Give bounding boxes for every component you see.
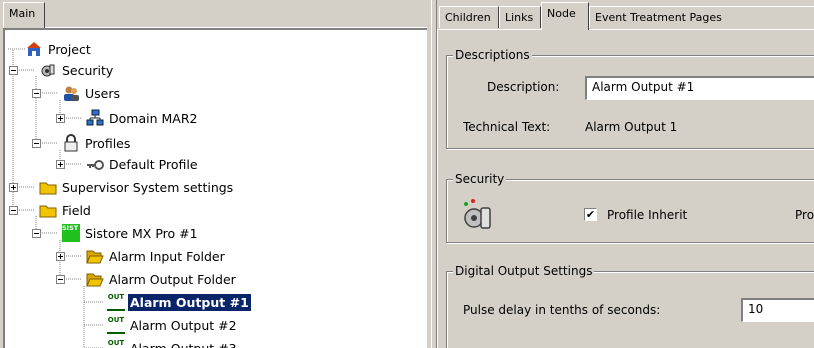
tab-page-node: Descriptions Description: Alarm Output #… [437,30,814,348]
tab-links[interactable]: Links [499,6,541,28]
pulse-delay-label: Pulse delay in tenths of seconds: [463,303,661,317]
technical-text-value: Alarm Output 1 [585,120,678,134]
security-group: Security ✔ Profile Inherit Profi [446,172,814,243]
tab-event-treatment-pages[interactable]: Event Treatment Pages [589,6,814,28]
tree-node-label: Field [62,202,91,218]
collapse-icon[interactable] [32,229,41,238]
tab-children[interactable]: Children [439,6,499,28]
collapse-icon[interactable] [32,89,41,98]
key-icon [86,155,104,173]
tree-node-label: Alarm Output #3 [130,340,237,348]
collapse-icon[interactable] [9,206,18,215]
open-folder-icon [86,270,104,288]
tree-node-project[interactable]: Project [25,39,93,59]
tab-main-label: Main [9,7,36,20]
users-icon [62,84,80,102]
tree-node-label: Sistore MX Pro #1 [85,225,198,241]
tree-node-label: Profiles [85,135,131,151]
output-icon: OUT [107,293,125,311]
security-shield-icon [461,198,495,232]
profile-label-partial: Profi [795,208,814,222]
output-icon: OUT [107,316,125,334]
tree-node-sistore[interactable]: SIST ORE Sistore MX Pro #1 [62,223,200,243]
right-panel: Children Links Node Event Treatment Page… [437,0,814,348]
folder-icon [39,178,57,196]
tree-node-label: Alarm Output Folder [109,271,236,287]
tree-node-alarm-output-2[interactable]: OUT Alarm Output #2 [107,315,239,335]
app-window: Main Project Security Users Domain MAR2 … [0,0,814,348]
tree-node-default-profile[interactable]: Default Profile [86,154,200,174]
security-group-title: Security [453,172,507,186]
tree-node-label: Domain MAR2 [109,110,198,126]
project-icon [25,40,43,58]
expand-icon[interactable] [56,160,65,169]
tree-node-label: Alarm Output #2 [130,317,237,333]
tab-children-label: Children [445,11,491,24]
collapse-icon[interactable] [32,139,41,148]
collapse-icon[interactable] [56,275,65,284]
folder-icon [39,201,57,219]
tree-node-domain[interactable]: Domain MAR2 [86,108,199,128]
tab-main[interactable]: Main [3,2,45,28]
tree-node-supervisor-settings[interactable]: Supervisor System settings [39,177,235,197]
output-icon: OUT [107,339,125,348]
security-icon [39,61,57,79]
description-input[interactable]: Alarm Output #1 [585,76,814,100]
digital-output-group-title: Digital Output Settings [453,264,595,278]
digital-output-group: Digital Output Settings Pulse delay in t… [446,264,814,348]
profile-inherit-label: Profile Inherit [607,208,688,222]
tab-node[interactable]: Node [541,2,589,30]
tree-node-field[interactable]: Field [39,200,93,220]
tab-node-label: Node [547,7,576,20]
expand-icon[interactable] [56,114,65,123]
technical-text-label: Technical Text: [463,120,551,134]
descriptions-group-title: Descriptions [453,48,532,62]
pulse-delay-input[interactable]: 10 [741,298,814,322]
tab-links-label: Links [505,11,534,24]
open-folder-icon [86,247,104,265]
tree-node-label-selected: Alarm Output #1 [127,292,252,312]
expand-icon[interactable] [56,252,65,261]
description-label: Description: [487,80,560,94]
descriptions-group: Descriptions Description: Alarm Output #… [446,48,814,149]
tree-node-alarm-output-1[interactable]: OUT Alarm Output #1 [107,292,252,312]
tree-node-label: Project [48,41,91,57]
tree-node-label: Alarm Input Folder [109,248,225,264]
project-tree[interactable]: Project Security Users Domain MAR2 Profi… [3,28,427,348]
tree-node-label: Supervisor System settings [62,179,234,195]
collapse-icon[interactable] [9,66,18,75]
expand-icon[interactable] [9,183,18,192]
network-domain-icon [86,109,104,127]
tree-node-profiles[interactable]: Profiles [62,133,132,153]
left-panel: Main Project Security Users Domain MAR2 … [0,0,431,348]
tab-event-treatment-pages-label: Event Treatment Pages [595,11,722,24]
tree-node-alarm-output-folder[interactable]: Alarm Output Folder [86,269,238,289]
sistore-icon: SIST ORE [62,224,80,242]
tree-node-alarm-output-3[interactable]: OUT Alarm Output #3 [107,338,239,348]
profile-inherit-checkbox[interactable]: ✔ [584,208,597,221]
tree-node-alarm-input-folder[interactable]: Alarm Input Folder [86,246,227,266]
tree-node-label: Users [85,85,121,101]
padlock-icon [62,134,80,152]
tree-node-label: Default Profile [109,156,198,172]
tree-node-security[interactable]: Security [39,60,115,80]
tree-node-label: Security [62,62,114,78]
tree-node-users[interactable]: Users [62,83,122,103]
